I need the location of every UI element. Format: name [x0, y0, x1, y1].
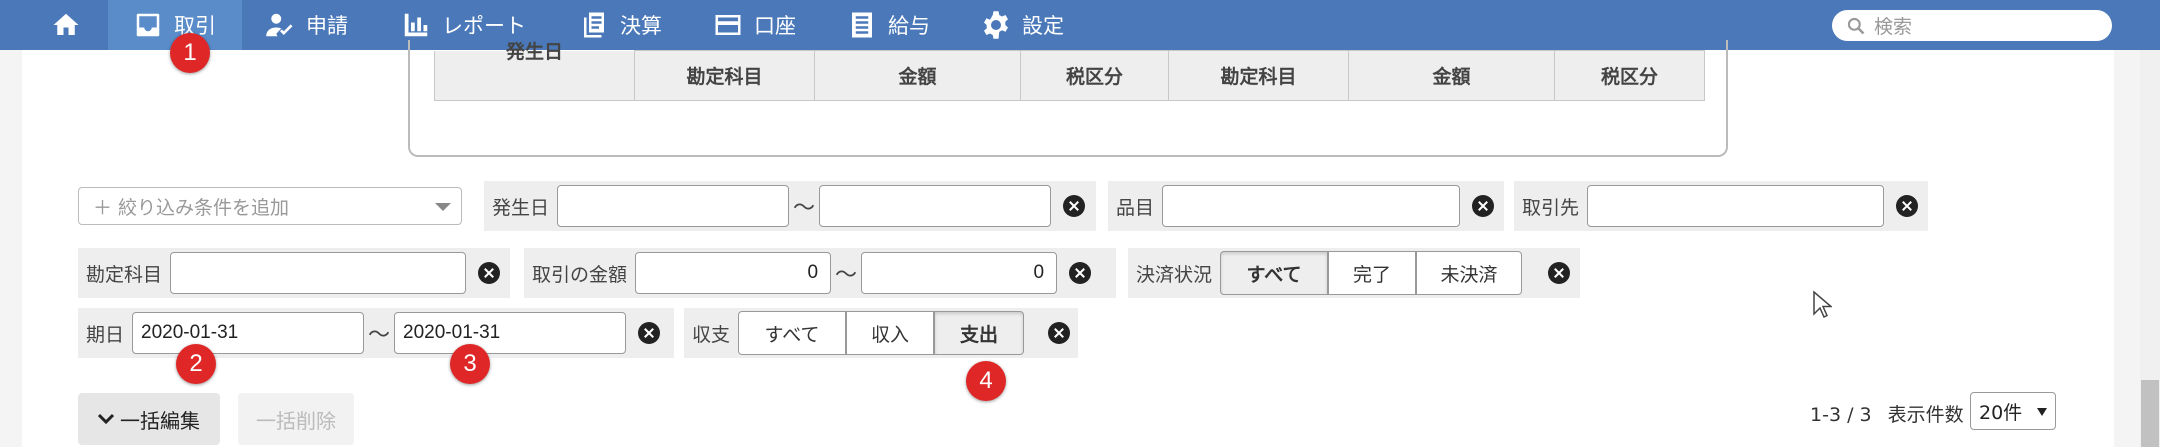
filter-account-label: 勘定科目: [86, 263, 163, 286]
range-separator: 〜: [793, 196, 816, 221]
range-separator: 〜: [368, 323, 391, 348]
preview-header-tax-2: 税区分: [1554, 50, 1705, 101]
home-icon: [53, 13, 79, 35]
nav-koza-label: 口座: [754, 14, 796, 38]
bar-chart-icon: [404, 13, 428, 37]
per-page-value: 20件: [1979, 401, 2023, 424]
add-filter-placeholder: ＋ 絞り込み条件を追加: [93, 196, 290, 219]
mouse-cursor-icon: [1813, 290, 1832, 319]
scrollbar-thumb[interactable]: [2141, 380, 2159, 447]
amount-from-input[interactable]: 0: [635, 252, 832, 294]
bulk-edit-button[interactable]: 一括編集: [78, 393, 220, 445]
filter-item: 品目: [1108, 181, 1504, 231]
bulk-delete-button[interactable]: 一括削除: [238, 393, 354, 445]
filter-due-date: 期日 2020-01-31 〜 2020-01-31: [78, 308, 674, 358]
nav-settei-label: 設定: [1022, 14, 1064, 38]
search-placeholder: 検索: [1874, 16, 1913, 38]
per-page-select[interactable]: 20件: [1970, 392, 2056, 430]
preview-header-account: 勘定科目: [634, 50, 815, 101]
account-input[interactable]: [170, 252, 466, 294]
list-icon: [852, 12, 872, 38]
income-expense-segmented-control: すべて 収入 支出: [738, 311, 1025, 355]
close-icon[interactable]: [1548, 262, 1571, 284]
bulk-edit-label: 一括編集: [120, 408, 200, 433]
pagination-info: 1-3 / 3 表示件数: [1810, 400, 1964, 427]
nav-shinsei[interactable]: 申請: [264, 0, 348, 50]
due-date-from-input[interactable]: 2020-01-31: [132, 312, 365, 354]
pagination-range: 1-3 / 3: [1810, 404, 1872, 426]
filter-settlement-label: 決済状況: [1136, 263, 1213, 286]
preview-header-tax: 税区分: [1020, 50, 1169, 101]
step-badge-4: 4: [966, 361, 1006, 401]
inbox-icon: [136, 13, 160, 37]
filter-account: 勘定科目: [78, 248, 510, 298]
expense-button[interactable]: 支出: [934, 311, 1025, 355]
preview-header-amount-2: 金額: [1348, 50, 1555, 101]
step-badge-1: 1: [170, 33, 210, 73]
preview-header-issue-date-label: 発生日: [505, 40, 563, 63]
step-badge-2: 2: [176, 344, 216, 384]
preview-table: 発生日 勘定科目 金額 税区分 勘定科目 金額 税区分: [434, 41, 1705, 101]
item-input[interactable]: [1162, 185, 1460, 227]
filter-issue-date-label: 発生日: [492, 196, 550, 219]
income-button[interactable]: 収入: [846, 311, 935, 355]
filter-settlement: 決済状況 すべて 完了 未決済: [1128, 248, 1580, 298]
nav-home[interactable]: [30, 0, 102, 50]
bulk-delete-label: 一括削除: [256, 408, 336, 433]
close-icon[interactable]: [1896, 195, 1918, 217]
close-icon[interactable]: [1069, 262, 1092, 284]
chevron-down-icon: [435, 203, 451, 211]
partner-input[interactable]: [1587, 185, 1884, 227]
settlement-segmented-control: すべて 完了 未決済: [1220, 251, 1523, 295]
search-icon: [1847, 17, 1865, 34]
filter-amount-label: 取引の金額: [532, 263, 628, 286]
settlement-unsettled-button[interactable]: 未決済: [1416, 251, 1523, 295]
filter-amount: 取引の金額 0 〜 0: [524, 248, 1116, 298]
per-page-label: 表示件数: [1887, 404, 1964, 426]
chevron-down-icon: [98, 413, 114, 425]
issue-date-to-input[interactable]: [819, 185, 1052, 227]
step-badge-3: 3: [450, 344, 490, 384]
close-icon[interactable]: [1063, 195, 1086, 217]
credit-card-icon: [715, 15, 741, 35]
income-expense-all-button[interactable]: すべて: [738, 311, 847, 355]
user-check-icon: [266, 13, 293, 37]
close-icon[interactable]: [1048, 322, 1071, 344]
filter-income-expense: 収支 すべて 収入 支出: [684, 308, 1078, 358]
close-icon[interactable]: [478, 262, 500, 284]
nav-kessan-label: 決算: [620, 14, 662, 38]
amount-to-input[interactable]: 0: [861, 252, 1058, 294]
gear-icon: [984, 11, 1008, 39]
settlement-all-button[interactable]: すべて: [1220, 251, 1329, 295]
filter-due-date-label: 期日: [86, 323, 125, 346]
issue-date-from-input[interactable]: [557, 185, 790, 227]
filter-partner: 取引先: [1514, 181, 1928, 231]
filter-item-label: 品目: [1116, 196, 1155, 219]
book-icon: [584, 12, 604, 38]
nav-report-label: レポート: [442, 14, 526, 38]
filter-issue-date: 発生日 〜: [484, 181, 1096, 231]
add-filter-dropdown[interactable]: ＋ 絞り込み条件を追加: [78, 187, 462, 225]
preview-header-amount: 金額: [814, 50, 1021, 101]
filter-income-expense-label: 収支: [692, 323, 731, 346]
settlement-complete-button[interactable]: 完了: [1328, 251, 1417, 295]
filter-partner-label: 取引先: [1522, 196, 1580, 219]
close-icon[interactable]: [638, 322, 661, 344]
close-icon[interactable]: [1472, 195, 1494, 217]
range-separator: 〜: [835, 263, 858, 288]
due-date-to-input[interactable]: 2020-01-31: [394, 312, 627, 354]
search-input[interactable]: 検索: [1832, 10, 2112, 41]
nav-shinsei-label: 申請: [306, 14, 348, 38]
preview-header-issue-date: 発生日: [434, 41, 635, 101]
chevron-down-icon: [2037, 408, 2047, 416]
preview-header-account-2: 勘定科目: [1168, 50, 1349, 101]
nav-kyuyo-label: 給与: [888, 14, 930, 38]
